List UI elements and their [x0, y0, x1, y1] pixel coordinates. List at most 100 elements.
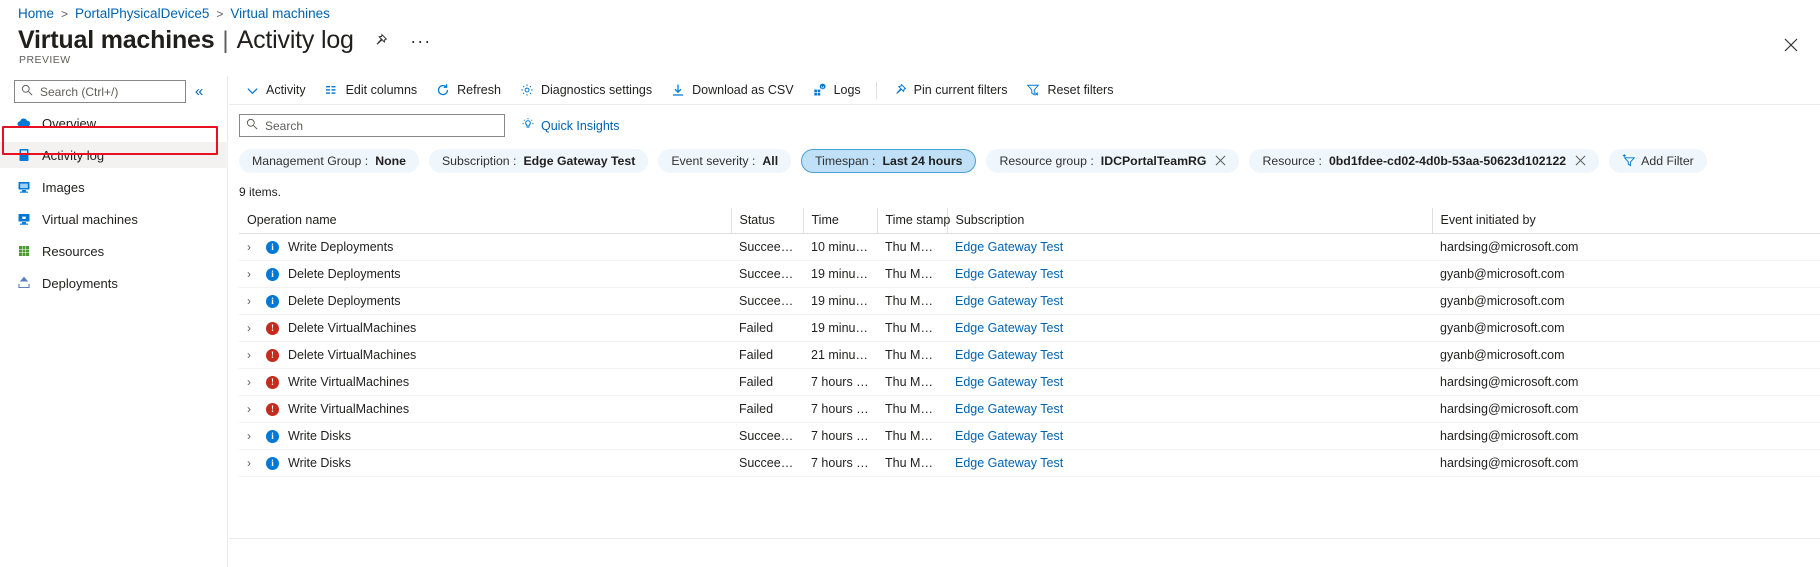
- page-title: Virtual machines | Activity log ···: [18, 26, 434, 55]
- cell-subscription: Edge Gateway Test: [947, 314, 1432, 342]
- download-csv-button[interactable]: Download as CSV: [661, 77, 802, 103]
- cell-time: 19 minutes ...: [803, 314, 877, 342]
- table-search-input[interactable]: [263, 117, 498, 134]
- breadcrumb-item-virtual-machines[interactable]: Virtual machines: [230, 6, 330, 21]
- column-header-time[interactable]: Time: [802, 208, 877, 234]
- cell-subscription: Edge Gateway Test: [947, 341, 1432, 369]
- toolbar-divider: [875, 81, 877, 99]
- reset-filter-icon: [1025, 82, 1041, 98]
- error-severity-icon: !: [266, 402, 279, 416]
- virtual-machine-icon: [16, 211, 32, 227]
- sidebar-item-activity-log[interactable]: Activity log: [0, 142, 228, 168]
- operation-name-label: Delete VirtualMachines: [288, 348, 417, 362]
- breadcrumb-item-home[interactable]: Home: [18, 6, 54, 21]
- filter-pill-subscription[interactable]: Subscription : Edge Gateway Test: [428, 149, 649, 173]
- sidebar-item-overview[interactable]: Overview: [0, 110, 228, 136]
- cell-subscription-link[interactable]: Edge Gateway Test: [955, 240, 1063, 254]
- cell-time-stamp: Thu May 27...: [877, 233, 947, 261]
- row-expand-chevron-icon[interactable]: ›: [247, 267, 257, 281]
- cell-operation-name: › i Write Disks: [239, 422, 731, 450]
- cell-subscription: Edge Gateway Test: [947, 449, 1432, 477]
- sidebar-item-resources[interactable]: Resources: [0, 238, 228, 264]
- filter-pill-timespan[interactable]: Timespan : Last 24 hours: [801, 149, 977, 173]
- cell-subscription-link[interactable]: Edge Gateway Test: [955, 402, 1063, 416]
- diagnostics-settings-button[interactable]: Diagnostics settings: [510, 77, 661, 103]
- pill-key: Resource group :: [999, 154, 1094, 168]
- table-row[interactable]: › i Write Disks Succeeded 7 hours ago Thu May…: [239, 449, 1820, 477]
- reset-filters-button[interactable]: Reset filters: [1016, 77, 1122, 103]
- operation-name-label: Write Disks: [288, 456, 351, 470]
- sidebar-item-images[interactable]: Images: [0, 174, 228, 200]
- sidebar-item-deployments[interactable]: Deployments: [0, 270, 228, 296]
- filter-pill-resource[interactable]: Resource : 0bd1fdee-cd02-4d0b-53aa-50623…: [1249, 149, 1600, 173]
- cell-subscription-link[interactable]: Edge Gateway Test: [955, 294, 1063, 308]
- search-icon: [21, 83, 33, 101]
- table-search-container[interactable]: [239, 114, 505, 137]
- cell-operation-name: ›! Write VirtualMachines: [239, 395, 731, 423]
- row-expand-chevron-icon[interactable]: ›: [247, 321, 257, 335]
- table-row[interactable]: › i Write Deployments Succeeded10 minutes .…: [239, 233, 1820, 261]
- row-expand-chevron-icon[interactable]: ›: [247, 240, 257, 254]
- pill-value: All: [762, 154, 779, 168]
- refresh-button[interactable]: Refresh: [426, 77, 510, 103]
- search-input-container[interactable]: [14, 80, 186, 103]
- more-options-icon[interactable]: ···: [408, 28, 434, 54]
- chevron-double-left-icon[interactable]: «: [192, 83, 206, 100]
- cell-subscription: Edge Gateway Test: [947, 260, 1432, 288]
- remove-filter-icon[interactable]: [1215, 155, 1226, 168]
- filter-pill-management-group[interactable]: Management Group : None: [239, 149, 419, 173]
- cell-status: Failed: [731, 341, 803, 369]
- sidebar-item-virtual-machines[interactable]: Virtual machines: [0, 206, 228, 232]
- quick-insights-button[interactable]: Quick Insights: [521, 117, 620, 134]
- pill-key: Subscription :: [441, 154, 517, 168]
- activity-button[interactable]: Activity: [235, 77, 315, 103]
- info-severity-icon: i: [266, 267, 279, 281]
- cell-subscription-link[interactable]: Edge Gateway Test: [955, 456, 1063, 470]
- add-filter-button[interactable]: Add Filter: [1609, 149, 1707, 173]
- table-row[interactable]: › i Delete Deployments Succeeded 19 minutes …: [239, 287, 1820, 315]
- table-body: ›iWrite DeploymentsSucceeded10 minutes .…: [239, 233, 1820, 477]
- table-row[interactable]: ›! Write VirtualMachines Failed 7 hours ago…: [239, 368, 1820, 396]
- filter-pill-event-severity[interactable]: Event severity : All: [658, 149, 792, 173]
- logs-button[interactable]: M Logs: [803, 77, 870, 103]
- cell-subscription-link[interactable]: Edge Gateway Test: [955, 429, 1063, 443]
- cell-subscription-link[interactable]: Edge Gateway Test: [955, 348, 1063, 362]
- cell-subscription-link[interactable]: Edge Gateway Test: [955, 267, 1063, 281]
- table-row[interactable]: › i Write Disks Succeeded 7 hours ago Thu May…: [239, 422, 1820, 450]
- download-icon: [670, 82, 686, 98]
- column-header-event-initiated-by[interactable]: Event initiated by: [1431, 208, 1820, 234]
- column-header-subscription[interactable]: Subscription: [946, 208, 1432, 234]
- close-icon[interactable]: [1776, 30, 1806, 60]
- row-expand-chevron-icon[interactable]: ›: [247, 456, 257, 470]
- row-expand-chevron-icon[interactable]: ›: [247, 348, 257, 362]
- row-expand-chevron-icon[interactable]: ›: [247, 402, 257, 416]
- cell-status: Succeeded: [731, 260, 803, 288]
- table-row[interactable]: ›! Write VirtualMachines Failed 7 hours ago…: [239, 395, 1820, 423]
- column-header-time-stamp[interactable]: Time stamp: [876, 208, 950, 234]
- sidebar-nav-list: Overview Activity log Images Virtual mac…: [0, 110, 228, 302]
- table-row[interactable]: ›! Delete VirtualMachines Failed 19 minutes…: [239, 314, 1820, 342]
- search-input[interactable]: [38, 83, 179, 100]
- breadcrumb-item-portalphysicaldevice5[interactable]: PortalPhysicalDevice5: [75, 6, 209, 21]
- row-expand-chevron-icon[interactable]: ›: [247, 429, 257, 443]
- cell-time: 19 minutes ...: [803, 260, 877, 288]
- cell-subscription-link[interactable]: Edge Gateway Test: [955, 375, 1063, 389]
- table-row[interactable]: › i Delete Deployments Succeeded 19 minutes …: [239, 260, 1820, 288]
- column-header-status[interactable]: Status: [730, 208, 803, 234]
- remove-filter-icon[interactable]: [1575, 155, 1586, 168]
- filter-pill-resource-group[interactable]: Resource group : IDCPortalTeamRG: [986, 149, 1240, 173]
- row-expand-chevron-icon[interactable]: ›: [247, 375, 257, 389]
- edit-columns-button[interactable]: Edit columns: [315, 77, 427, 103]
- quick-insights-label: Quick Insights: [541, 118, 620, 133]
- pin-current-filters-button[interactable]: Pin current filters: [883, 77, 1017, 103]
- operation-name-label: Write Disks: [288, 429, 351, 443]
- cell-subscription-link[interactable]: Edge Gateway Test: [955, 321, 1063, 335]
- row-expand-chevron-icon[interactable]: ›: [247, 294, 257, 308]
- breadcrumb-separator-icon: >: [61, 6, 69, 21]
- svg-text:M: M: [821, 84, 824, 89]
- table-row[interactable]: ›! Delete VirtualMachines Failed 21 minutes…: [239, 341, 1820, 369]
- column-header-operation-name[interactable]: Operation name: [239, 208, 731, 234]
- pill-value: Last 24 hours: [882, 154, 963, 168]
- pin-icon[interactable]: [368, 28, 394, 54]
- sidebar-item-label: Images: [42, 179, 85, 195]
